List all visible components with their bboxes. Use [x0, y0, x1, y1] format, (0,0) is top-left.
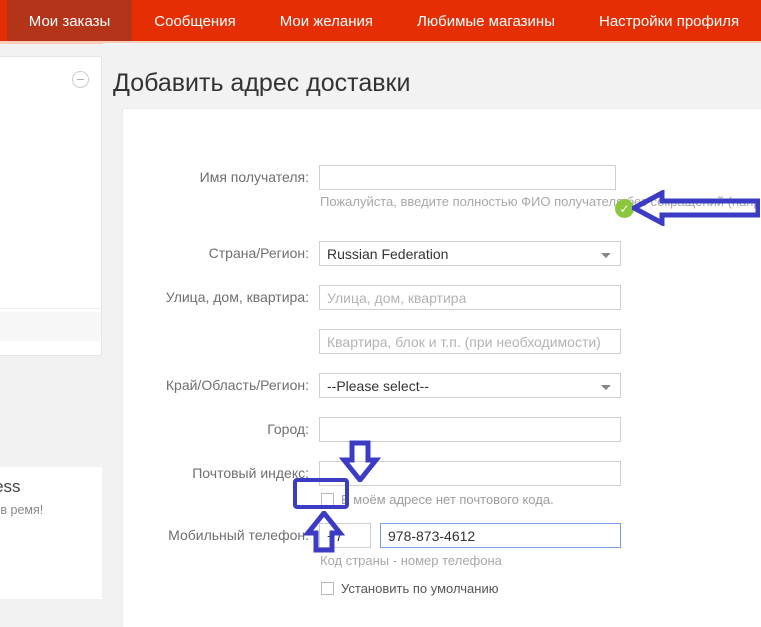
minus-circle-icon[interactable]	[72, 71, 89, 88]
page-title: Добавить адрес доставки	[113, 69, 411, 97]
hint-phone-format: Код страны - номер телефона	[320, 553, 502, 568]
country-region-select[interactable]: Russian Federation	[319, 241, 621, 266]
hint-recipient-name: Пожалуйста, введите полностью ФИО получа…	[320, 194, 761, 209]
no-postal-code-row[interactable]: В моём адресе нет почтового кода.	[321, 492, 554, 507]
nav-item-partial[interactable]: ы	[0, 0, 7, 43]
address-form-card: Имя получателя: Пожалуйста, введите полн…	[122, 108, 761, 627]
recipient-name-input[interactable]	[319, 165, 616, 190]
sidebar-item-feedback-center[interactable]: ьной связи	[0, 117, 101, 146]
left-sidebar: ие ьной связи оры казы тзывами ны ные вк…	[0, 56, 102, 356]
sidebar-item-shipping-addresses[interactable]: вки	[0, 312, 101, 341]
label-region: Край/Область/Регион:	[165, 377, 309, 393]
mobile-app-promo: и AliExpress обом месте, в ремя!	[0, 467, 102, 600]
label-recipient-name: Имя получателя:	[199, 169, 309, 185]
nav-item-messages[interactable]: Сообщения	[132, 0, 257, 43]
sidebar-item-orders[interactable]: казы	[0, 175, 101, 204]
label-street: Улица, дом, квартира:	[165, 289, 309, 305]
nav-item-my-wishes[interactable]: Мои желания	[258, 0, 395, 43]
phone-country-code-input[interactable]	[319, 523, 371, 548]
green-check-icon: ✓	[615, 199, 634, 218]
main-content: Добавить адрес доставки Имя получателя: …	[103, 43, 761, 627]
label-country-region: Страна/Регион:	[208, 245, 309, 261]
nav-item-profile-settings[interactable]: Настройки профиля	[577, 0, 761, 43]
city-input[interactable]	[319, 417, 621, 442]
label-postal-code: Почтовый индекс:	[192, 465, 309, 481]
apartment-input[interactable]	[319, 329, 621, 354]
sidebar-divider	[0, 308, 101, 309]
sidebar-item-personal-data[interactable]: ные	[0, 276, 101, 305]
page-root: ы Мои заказы Сообщения Мои желания Любим…	[0, 0, 761, 627]
set-default-checkbox[interactable]	[321, 582, 334, 595]
promo-subtitle: обом месте, в ремя!	[0, 503, 44, 517]
promo-title: и AliExpress	[0, 477, 21, 496]
phone-number-input[interactable]	[380, 523, 621, 548]
sidebar-item-reviews[interactable]: тзывами	[0, 204, 101, 233]
set-default-label: Установить по умолчанию	[341, 581, 499, 596]
no-postal-code-label: В моём адресе нет почтового кода.	[341, 492, 554, 507]
region-select[interactable]: --Please select--	[319, 373, 621, 398]
nav-item-favorite-stores[interactable]: Любимые магазины	[395, 0, 577, 43]
nav-item-my-orders[interactable]: Мои заказы	[6, 0, 133, 43]
sidebar-item-disputes[interactable]: оры	[0, 146, 101, 175]
sidebar-header: ие	[0, 57, 101, 103]
street-input[interactable]	[319, 285, 621, 310]
no-postal-code-checkbox[interactable]	[321, 493, 334, 506]
postal-code-input[interactable]	[319, 461, 621, 486]
label-city: Город:	[267, 421, 309, 437]
sidebar-item-coupons[interactable]: ны	[0, 247, 101, 276]
label-mobile-phone: Мобильный телефон:	[168, 527, 309, 543]
top-navigation-bar: ы Мои заказы Сообщения Мои желания Любим…	[0, 0, 761, 43]
set-default-row[interactable]: Установить по умолчанию	[321, 581, 498, 596]
